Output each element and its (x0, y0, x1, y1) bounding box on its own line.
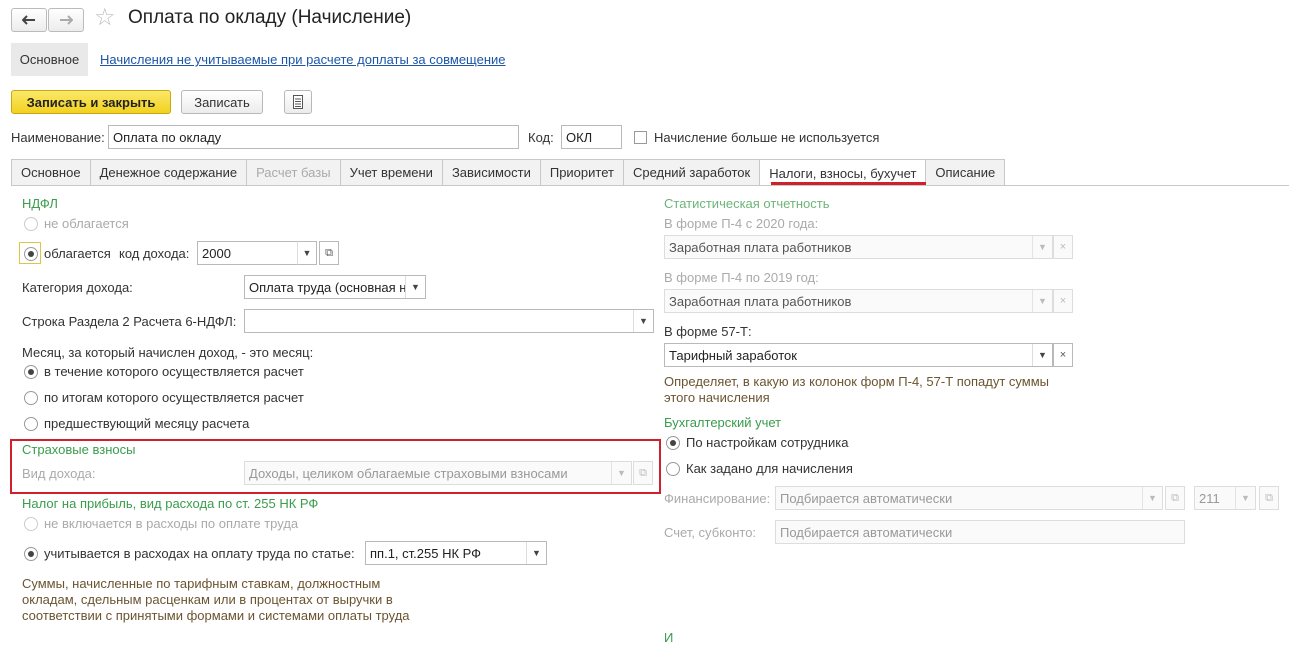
accounting-title: Бухгалтерский учет (664, 415, 782, 430)
f57-select[interactable]: Тарифный заработок (664, 343, 1053, 367)
income-code-dropdown[interactable]: ▼ (297, 241, 317, 265)
unused-label: Начисление больше не используется (654, 130, 880, 145)
month-option-current-radio[interactable] (24, 365, 38, 379)
accounting-as-set-radio[interactable] (666, 462, 680, 476)
tab-average-earnings[interactable]: Средний заработок (622, 159, 761, 185)
financing-code-dropdown: ▼ (1235, 487, 1255, 509)
tab-time-accounting[interactable]: Учет времени (339, 159, 443, 185)
back-button[interactable] (11, 8, 47, 32)
nav-main[interactable]: Основное (11, 43, 88, 76)
ndfl-title: НДФЛ (22, 196, 58, 211)
nav-link-not-counted[interactable]: Начисления не учитываемые при расчете до… (100, 52, 506, 67)
code-label: Код: (528, 130, 554, 145)
accounting-as-set-label: Как задано для начисления (686, 461, 853, 476)
p4-2020-select: Заработная плата работников (664, 235, 1053, 259)
stats-note-line-1: Определяет, в какую из колонок форм П-4,… (664, 374, 1050, 389)
p4-2019-dropdown: ▼ (1032, 290, 1052, 312)
tab-priority[interactable]: Приоритет (539, 159, 624, 185)
document-list-icon (293, 95, 303, 109)
ndfl-not-taxed-radio[interactable] (24, 217, 38, 231)
name-label: Наименование: (11, 130, 105, 145)
profit-included-label: учитывается в расходах на оплату труда п… (44, 546, 355, 561)
profit-not-included-label: не включается в расходы по оплате труда (44, 516, 299, 531)
financing-open-button: ⧉ (1165, 486, 1185, 510)
month-question: Месяц, за который начислен доход, - это … (22, 345, 314, 360)
f57-clear[interactable]: × (1053, 343, 1073, 367)
tab-description[interactable]: Описание (925, 159, 1006, 185)
account-label: Счет, субконто: (664, 525, 757, 540)
line-6ndfl-dropdown[interactable]: ▼ (633, 310, 653, 332)
page-title: Оплата по окладу (Начисление) (128, 7, 412, 28)
profit-article-dropdown[interactable]: ▼ (526, 542, 546, 564)
income-code-open-button[interactable]: ⧉ (319, 241, 339, 265)
tab-monetary[interactable]: Денежное содержание (89, 159, 248, 185)
month-option-current-label: в течение которого осуществляется расчет (44, 364, 304, 379)
star-icon[interactable]: ☆ (94, 6, 116, 30)
tab-base-calc: Расчет базы (246, 159, 341, 185)
line-6ndfl-label: Строка Раздела 2 Расчета 6-НДФЛ: (22, 314, 237, 329)
profit-note-line-2: окладам, сдельным расценкам или в процен… (22, 592, 393, 607)
insurance-income-type-label: Вид дохода: (22, 466, 96, 481)
more-actions-button[interactable] (284, 90, 312, 114)
profit-tax-title: Налог на прибыль, вид расхода по ст. 255… (22, 496, 319, 511)
accounting-by-employee-radio[interactable] (666, 436, 680, 450)
name-input[interactable]: Оплата по окладу (108, 125, 519, 149)
unused-checkbox[interactable] (634, 131, 647, 144)
month-option-previous-label: предшествующий месяцу расчета (44, 416, 250, 431)
profit-article-select[interactable]: пп.1, ст.255 НК РФ (365, 541, 547, 565)
financing-select: Подбирается автоматически (775, 486, 1163, 510)
save-button[interactable]: Записать (181, 90, 263, 114)
forward-button[interactable] (48, 8, 84, 32)
profit-note-line-1: Суммы, начисленные по тарифным ставкам, … (22, 576, 381, 591)
category-label: Категория дохода: (22, 280, 133, 295)
p4-2020-clear: × (1053, 235, 1073, 259)
p4-2019-label: В форме П-4 по 2019 год: (664, 270, 819, 285)
month-option-result-label: по итогам которого осуществляется расчет (44, 390, 304, 405)
ndfl-taxed-radio[interactable] (24, 247, 38, 261)
ndfl-taxed-label: облагается (44, 246, 111, 261)
arrow-left-icon (22, 15, 35, 25)
ndfl-not-taxed-label: не облагается (44, 216, 129, 231)
p4-2020-dropdown: ▼ (1032, 236, 1052, 258)
p4-2020-label: В форме П-4 с 2020 года: (664, 216, 819, 231)
income-code-label: код дохода: (119, 246, 190, 261)
tab-main[interactable]: Основное (11, 159, 91, 185)
insurance-title: Страховые взносы (22, 442, 136, 457)
account-select: Подбирается автоматически (775, 520, 1185, 544)
line-6ndfl-select[interactable] (244, 309, 654, 333)
save-and-close-button[interactable]: Записать и закрыть (11, 90, 171, 114)
financing-label: Финансирование: (664, 491, 771, 506)
category-select[interactable]: Оплата труда (основная н (244, 275, 426, 299)
profit-note-line-3: соответствии с принятыми формами и систе… (22, 608, 410, 623)
financing-dropdown: ▼ (1142, 487, 1162, 509)
month-option-previous-radio[interactable] (24, 417, 38, 431)
stats-title: Статистическая отчетность (664, 196, 830, 211)
month-option-result-radio[interactable] (24, 391, 38, 405)
financing-code-open-button: ⧉ (1259, 486, 1279, 510)
insurance-income-type-open-button: ⧉ (633, 461, 653, 485)
category-dropdown[interactable]: ▼ (405, 276, 425, 298)
insurance-income-type-select: Доходы, целиком облагаемые страховыми вз… (244, 461, 632, 485)
p4-2019-clear: × (1053, 289, 1073, 313)
p4-2019-select: Заработная плата работников (664, 289, 1053, 313)
tab-dependencies[interactable]: Зависимости (441, 159, 541, 185)
accounting-by-employee-label: По настройкам сотрудника (686, 435, 849, 450)
code-input[interactable]: ОКЛ (561, 125, 622, 149)
arrow-right-icon (60, 15, 73, 25)
f57-label: В форме 57-Т: (664, 324, 752, 339)
profit-included-radio[interactable] (24, 547, 38, 561)
profit-not-included-radio[interactable] (24, 517, 38, 531)
insurance-income-type-dropdown: ▼ (611, 462, 631, 484)
stats-note-line-2: этого начисления (664, 390, 770, 405)
tab-divider (11, 185, 1289, 186)
f57-dropdown[interactable]: ▼ (1032, 344, 1052, 366)
active-tab-underline (771, 182, 926, 185)
